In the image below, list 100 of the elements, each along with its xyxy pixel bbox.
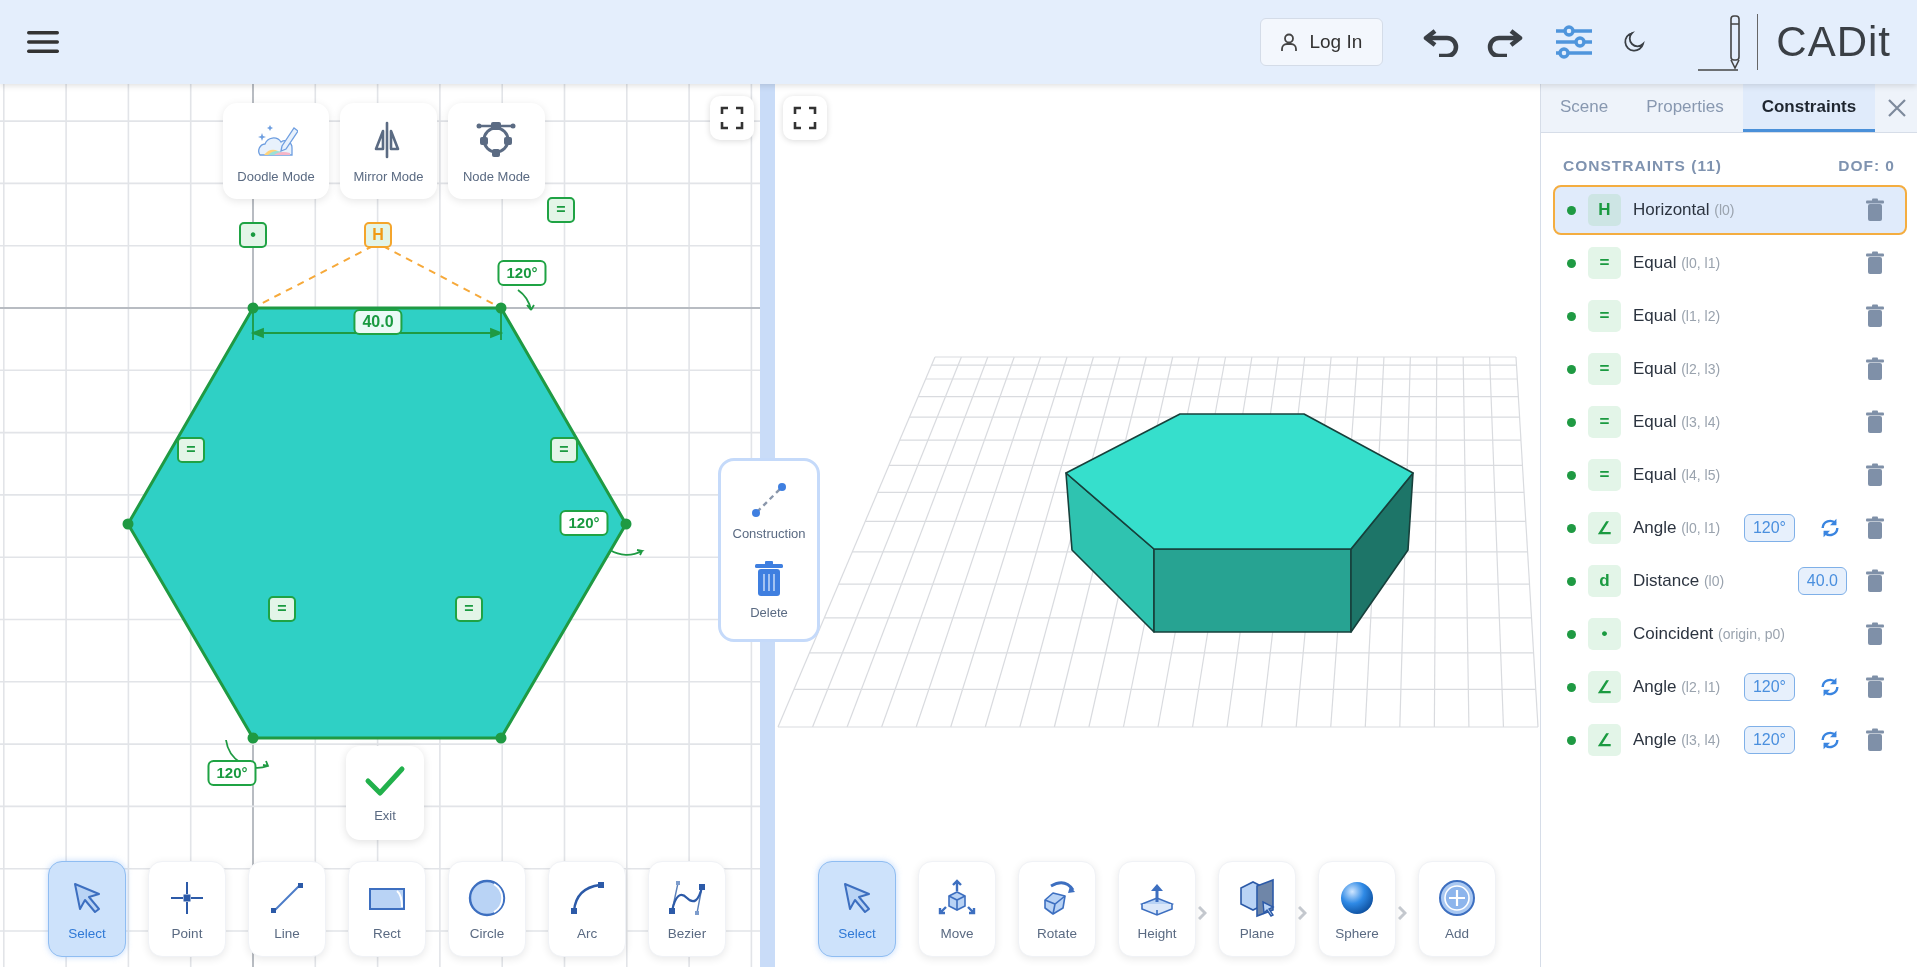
constraint-name: Angle (l2, l1)	[1633, 677, 1721, 697]
constraint-name: Coincident (origin, p0)	[1633, 624, 1785, 644]
equal-badge[interactable]: =	[547, 197, 575, 223]
constraint-symbol: ∠	[1588, 512, 1621, 544]
fullscreen-button[interactable]	[783, 96, 827, 140]
constraint-row[interactable]: H Horizontal (l0)	[1553, 185, 1907, 235]
constraint-row[interactable]: ∠ Angle (l3, l4) 120°	[1553, 715, 1907, 765]
mode-button[interactable]: Node Mode	[448, 103, 545, 199]
value-field[interactable]: 40.0	[1797, 567, 1847, 595]
tool-button[interactable]: Arc	[548, 861, 626, 957]
constraint-row[interactable]: = Equal (l2, l3)	[1553, 344, 1907, 394]
coincident-badge[interactable]: •	[239, 222, 267, 248]
status-dot	[1567, 258, 1576, 268]
delete-button[interactable]	[1865, 569, 1885, 593]
constraint-row[interactable]: = Equal (l3, l4)	[1553, 397, 1907, 447]
constraint-row[interactable]: • Coincident (origin, p0)	[1553, 609, 1907, 659]
constraint-symbol: =	[1588, 406, 1621, 438]
tool-button[interactable]: Move	[918, 861, 996, 957]
constraint-name: Equal (l4, l5)	[1633, 465, 1721, 485]
constraint-symbol: •	[1588, 618, 1621, 650]
vertex-point[interactable]	[495, 732, 507, 744]
constraint-name: Equal (l1, l2)	[1633, 306, 1721, 326]
vertex-point[interactable]	[247, 732, 259, 744]
value-field[interactable]: 120°	[1743, 514, 1795, 542]
delete-button[interactable]	[1865, 357, 1885, 381]
close-icon	[1887, 98, 1907, 118]
fullscreen-icon	[720, 106, 744, 130]
status-dot	[1567, 205, 1576, 215]
mode-button[interactable]: Mirror Mode	[340, 103, 437, 199]
panel-tab[interactable]: Constraints	[1742, 84, 1876, 132]
tool-button[interactable]: Line	[248, 861, 326, 957]
menu-icon	[26, 29, 60, 55]
constraint-symbol: H	[1588, 194, 1621, 226]
angle-label[interactable]: 120°	[207, 760, 257, 786]
tool-button[interactable]: Add	[1418, 861, 1496, 957]
user-icon	[1281, 32, 1298, 52]
brand-name: CADit	[1776, 18, 1891, 66]
equal-badge[interactable]: =	[268, 596, 296, 622]
delete-button[interactable]	[1865, 304, 1885, 328]
vertex-point[interactable]	[122, 518, 134, 530]
menu-item[interactable]: Construction	[730, 478, 808, 543]
fullscreen-icon	[793, 106, 817, 130]
tool-button[interactable]: Select	[48, 861, 126, 957]
vertex-point[interactable]	[495, 302, 507, 314]
trash-icon	[1865, 463, 1885, 487]
delete-button[interactable]	[1865, 251, 1885, 275]
constraint-name: Equal (l0, l1)	[1633, 253, 1721, 273]
angle-label[interactable]: 120°	[559, 510, 609, 536]
equal-badge[interactable]: =	[550, 437, 578, 463]
delete-button[interactable]	[1865, 463, 1885, 487]
tool-button[interactable]: Bezier	[648, 861, 726, 957]
circle-icon	[467, 877, 507, 918]
constraint-row[interactable]: ∠ Angle (l0, l1) 120°	[1553, 503, 1907, 553]
trash-icon	[1865, 410, 1885, 434]
vertex-point[interactable]	[247, 302, 259, 314]
tool-button[interactable]: Select	[818, 861, 896, 957]
constraint-symbol: ∠	[1588, 671, 1621, 703]
status-dot	[1567, 311, 1576, 321]
dimension-label[interactable]: 40.0	[353, 309, 403, 335]
hexagonal-prism[interactable]	[1065, 413, 1414, 633]
constraint-row[interactable]: = Equal (l4, l5)	[1553, 450, 1907, 500]
delete-button[interactable]	[1865, 198, 1885, 222]
trash-icon	[1865, 198, 1885, 222]
value-field[interactable]: 120°	[1743, 673, 1795, 701]
angle-label[interactable]: 120°	[497, 260, 547, 286]
equal-badge[interactable]: =	[455, 596, 483, 622]
fullscreen-button[interactable]	[710, 96, 754, 140]
delete-button[interactable]	[1865, 622, 1885, 646]
tool-button[interactable]: Circle	[448, 861, 526, 957]
exit-button[interactable]: Exit	[346, 746, 424, 840]
tool-button[interactable]: Rect	[348, 861, 426, 957]
tool-button[interactable]: Point	[148, 861, 226, 957]
tool-button[interactable]: Rotate	[1018, 861, 1096, 957]
status-dot	[1567, 364, 1576, 374]
constraint-row[interactable]: = Equal (l1, l2)	[1553, 291, 1907, 341]
vertex-point[interactable]	[620, 518, 632, 530]
delete-button[interactable]	[1865, 516, 1885, 540]
delete-button[interactable]	[1865, 410, 1885, 434]
delete-button[interactable]	[1865, 675, 1885, 699]
constraint-name: Angle (l0, l1)	[1633, 518, 1721, 538]
value-field[interactable]: 120°	[1743, 726, 1795, 754]
trash-icon	[1865, 622, 1885, 646]
delete-button[interactable]	[1865, 728, 1885, 752]
trash-icon	[1865, 675, 1885, 699]
angle-arc	[517, 289, 535, 311]
menu-item[interactable]: Delete	[747, 557, 791, 622]
constraint-name: Distance (l0)	[1633, 571, 1725, 591]
status-dot	[1567, 576, 1576, 586]
login-button[interactable]: Log In	[1260, 18, 1384, 66]
constraint-row[interactable]: ∠ Angle (l2, l1) 120°	[1553, 662, 1907, 712]
trash-icon	[1865, 357, 1885, 381]
hexagon-shape[interactable]	[126, 306, 628, 740]
equal-badge[interactable]: =	[177, 437, 205, 463]
constraint-symbol: =	[1588, 459, 1621, 491]
constraint-symbol: =	[1588, 300, 1621, 332]
constraint-row[interactable]: = Equal (l0, l1)	[1553, 238, 1907, 288]
constraint-row[interactable]: d Distance (l0) 40.0	[1553, 556, 1907, 606]
mode-button[interactable]: Doodle Mode	[223, 103, 329, 199]
plus-circle-icon	[1437, 877, 1477, 918]
checkmark-icon	[364, 763, 406, 798]
